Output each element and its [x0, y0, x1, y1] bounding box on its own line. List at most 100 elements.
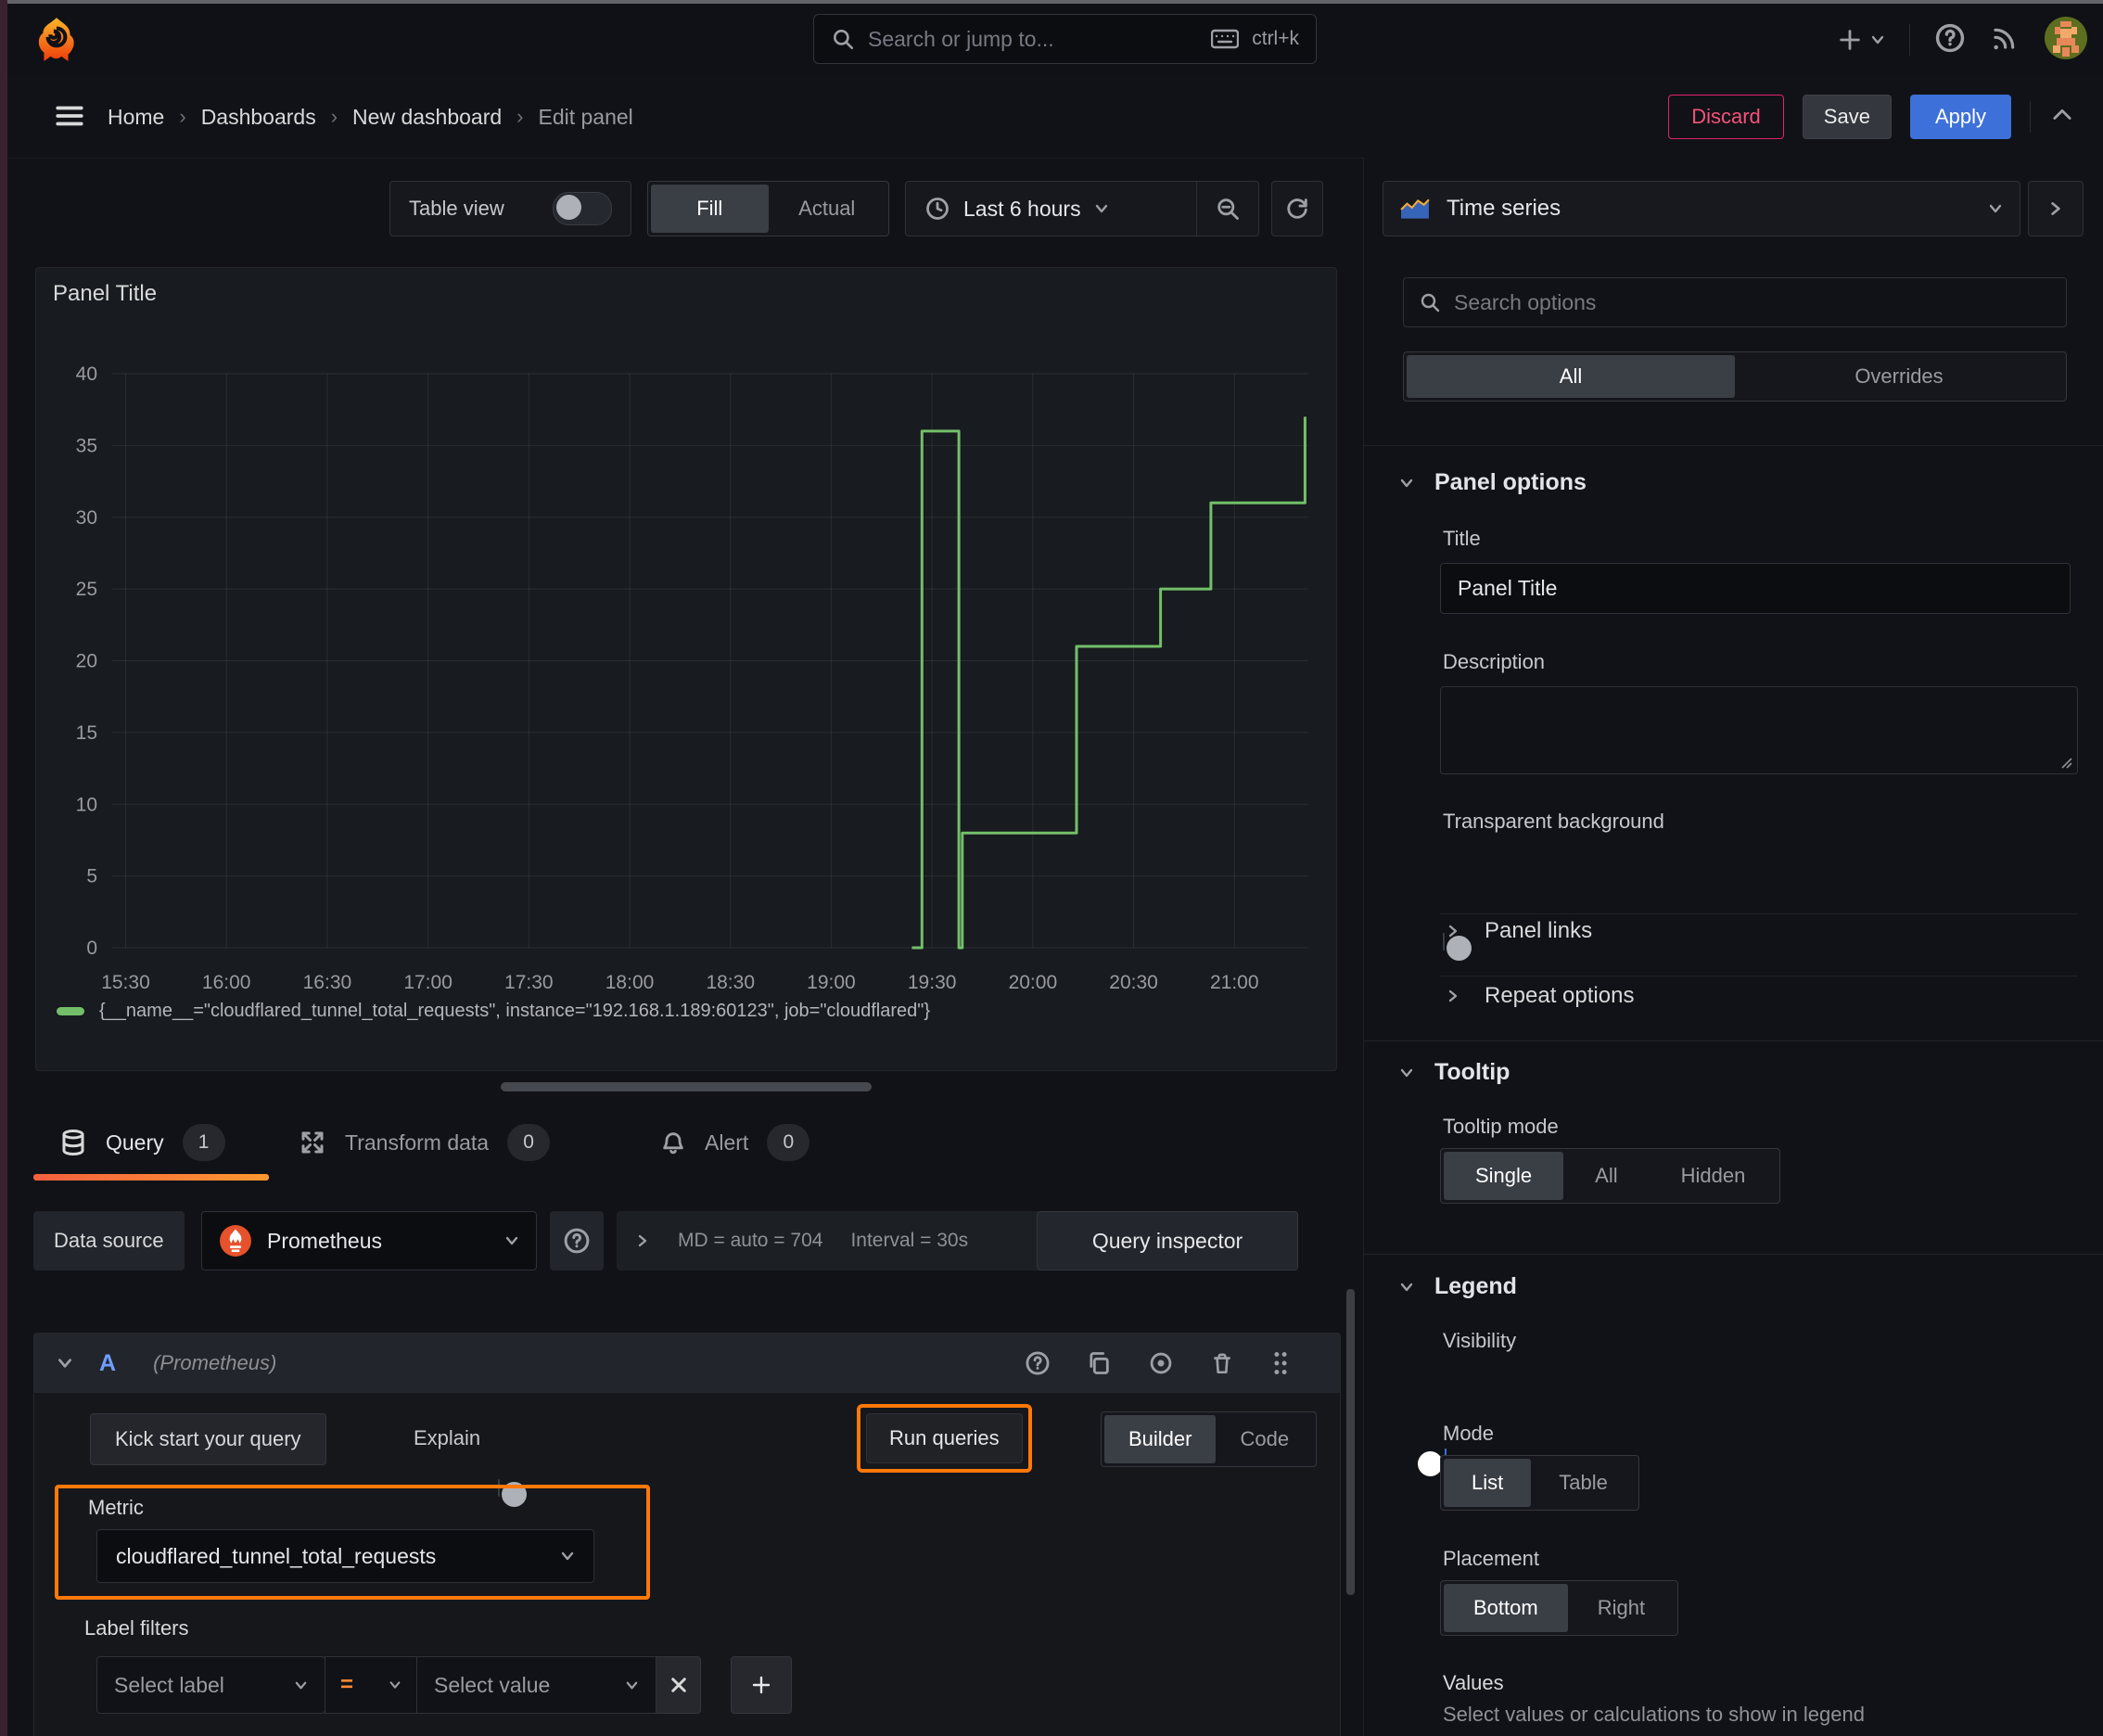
- tab-transform[interactable]: Transform data 0: [299, 1124, 551, 1161]
- panel-title[interactable]: Panel Title: [53, 281, 157, 307]
- panel-links-section[interactable]: Panel links: [1446, 918, 1592, 944]
- svg-text:10: 10: [76, 794, 97, 815]
- save-button[interactable]: Save: [1802, 95, 1892, 139]
- description-label: Description: [1443, 650, 1546, 673]
- toggle-viz-pane-button[interactable]: [2028, 181, 2084, 236]
- grafana-logo[interactable]: [33, 15, 80, 63]
- help-icon: [1935, 23, 1965, 52]
- legend-series-marker: [57, 1007, 84, 1015]
- svg-text:20:30: 20:30: [1109, 972, 1158, 993]
- news-button[interactable]: [1990, 23, 2020, 57]
- query-row-header[interactable]: A (Prometheus): [34, 1334, 1340, 1393]
- fill-option[interactable]: Fill: [651, 185, 769, 233]
- title-input[interactable]: Panel Title: [1440, 563, 2071, 614]
- table-view-toggle[interactable]: [553, 192, 612, 225]
- query-inspector-button[interactable]: Query inspector: [1037, 1211, 1298, 1270]
- legend-placement-toggle: Bottom Right: [1440, 1580, 1679, 1636]
- svg-text:35: 35: [76, 435, 97, 456]
- placement-bottom-option[interactable]: Bottom: [1444, 1584, 1568, 1632]
- kick-start-query-button[interactable]: Kick start your query: [90, 1413, 326, 1465]
- discard-button[interactable]: Discard: [1668, 95, 1784, 139]
- time-range-picker[interactable]: Last 6 hours: [906, 196, 1196, 222]
- chevron-down-icon: [1400, 479, 1413, 487]
- tab-alert[interactable]: Alert 0: [660, 1124, 810, 1161]
- apply-button[interactable]: Apply: [1909, 95, 2011, 139]
- zoom-out-icon: [1217, 198, 1239, 220]
- refresh-button[interactable]: [1271, 181, 1323, 236]
- interval: Interval = 30s: [850, 1230, 969, 1251]
- plus-icon: [1840, 30, 1860, 50]
- breadcrumb-home[interactable]: Home: [108, 105, 164, 130]
- datasource-value: Prometheus: [267, 1228, 383, 1253]
- legend-series-label[interactable]: {__name__="cloudflared_tunnel_total_requ…: [99, 1001, 930, 1022]
- global-search-input[interactable]: Search or jump to... ctrl+k: [813, 14, 1317, 64]
- legend-section-header[interactable]: Legend: [1399, 1273, 1517, 1300]
- zoom-out-button[interactable]: [1197, 196, 1258, 222]
- visualization-name: Time series: [1447, 196, 1561, 221]
- panel-preview: Panel Title 0 5 10 15 20 25 30 35 40 15:30 16:00 16…: [35, 267, 1337, 1071]
- drag-handle-icon[interactable]: [1269, 1349, 1292, 1377]
- tab-transform-count: 0: [507, 1124, 551, 1161]
- tooltip-hidden-option[interactable]: Hidden: [1650, 1152, 1778, 1200]
- legend-values-hint: Select values or calculations to show in…: [1443, 1703, 1865, 1726]
- menu-button[interactable]: [52, 100, 87, 136]
- new-menu-button[interactable]: [1837, 27, 1885, 53]
- legend-list-option[interactable]: List: [1444, 1459, 1532, 1507]
- pane-resize-handle[interactable]: [501, 1082, 872, 1091]
- panel-options-heading: Panel options: [1434, 469, 1587, 495]
- visualization-picker[interactable]: Time series: [1383, 181, 2020, 236]
- placement-right-option[interactable]: Right: [1568, 1584, 1675, 1632]
- datasource-help-button[interactable]: [550, 1211, 604, 1270]
- search-options-input[interactable]: Search options: [1403, 277, 2067, 327]
- repeat-options-section[interactable]: Repeat options: [1446, 983, 1634, 1009]
- chevron-down-icon: [626, 1681, 638, 1689]
- code-option[interactable]: Code: [1216, 1415, 1313, 1463]
- tooltip-mode-label: Tooltip mode: [1443, 1115, 1559, 1138]
- chevron-down-icon: [1400, 1068, 1413, 1077]
- tooltip-single-option[interactable]: Single: [1444, 1152, 1564, 1200]
- actual-option[interactable]: Actual: [769, 185, 886, 233]
- tooltip-section-header[interactable]: Tooltip: [1399, 1059, 1510, 1086]
- hide-response-eye-icon[interactable]: [1147, 1350, 1175, 1376]
- run-queries-button[interactable]: Run queries: [866, 1413, 1023, 1463]
- repeat-options-label: Repeat options: [1485, 983, 1635, 1008]
- chevron-right-icon: [1448, 925, 1458, 938]
- overrides-tab[interactable]: Overrides: [1735, 355, 2063, 398]
- remove-filter-button[interactable]: [656, 1656, 701, 1714]
- breadcrumb-separator: ›: [330, 105, 338, 128]
- vertical-scrollbar[interactable]: [1346, 1289, 1355, 1595]
- select-label-dropdown[interactable]: Select label: [96, 1656, 325, 1714]
- select-value-dropdown[interactable]: Select value: [416, 1656, 656, 1714]
- description-textarea[interactable]: [1440, 686, 2078, 774]
- breadcrumb-dashboards[interactable]: Dashboards: [201, 105, 316, 130]
- tab-query[interactable]: Query 1: [59, 1124, 225, 1161]
- tab-alert-count: 0: [767, 1124, 810, 1161]
- options-pane: Time series Search options All Overrides…: [1363, 158, 2103, 1736]
- help-button[interactable]: [1934, 22, 1966, 58]
- operator-dropdown[interactable]: =: [325, 1656, 417, 1714]
- transparent-background-toggle[interactable]: [1443, 933, 1472, 961]
- breadcrumb-new-dashboard[interactable]: New dashboard: [352, 105, 502, 130]
- tab-query-count: 1: [182, 1124, 225, 1161]
- duplicate-query-icon[interactable]: [1086, 1350, 1112, 1376]
- all-tab[interactable]: All: [1407, 355, 1735, 398]
- svg-text:20: 20: [76, 651, 97, 672]
- time-series-chart[interactable]: 0 5 10 15 20 25 30 35 40 15:30 16:00 16:30 17:00 17:3…: [36, 324, 1338, 1010]
- panel-options-section-header[interactable]: Panel options: [1399, 469, 1587, 496]
- add-filter-button[interactable]: [731, 1656, 792, 1714]
- builder-option[interactable]: Builder: [1104, 1415, 1217, 1463]
- help-icon: [564, 1228, 590, 1254]
- collapse-header-button[interactable]: [2049, 102, 2075, 133]
- toggle-knob: [1418, 1451, 1443, 1476]
- query-help-icon[interactable]: [1025, 1350, 1051, 1376]
- metric-select[interactable]: cloudflared_tunnel_total_requests: [96, 1529, 594, 1583]
- datasource-picker[interactable]: Prometheus: [201, 1211, 537, 1270]
- tooltip-all-option[interactable]: All: [1563, 1152, 1649, 1200]
- collapse-chevron-icon: [58, 1359, 71, 1368]
- time-range-group: Last 6 hours: [905, 181, 1259, 236]
- query-options-summary[interactable]: MD = auto = 704 Interval = 30s: [617, 1211, 1060, 1270]
- delete-query-trash-icon[interactable]: [1210, 1350, 1234, 1376]
- avatar[interactable]: [2044, 16, 2088, 65]
- legend-table-option[interactable]: Table: [1531, 1459, 1636, 1507]
- chevron-down-icon: [389, 1681, 401, 1689]
